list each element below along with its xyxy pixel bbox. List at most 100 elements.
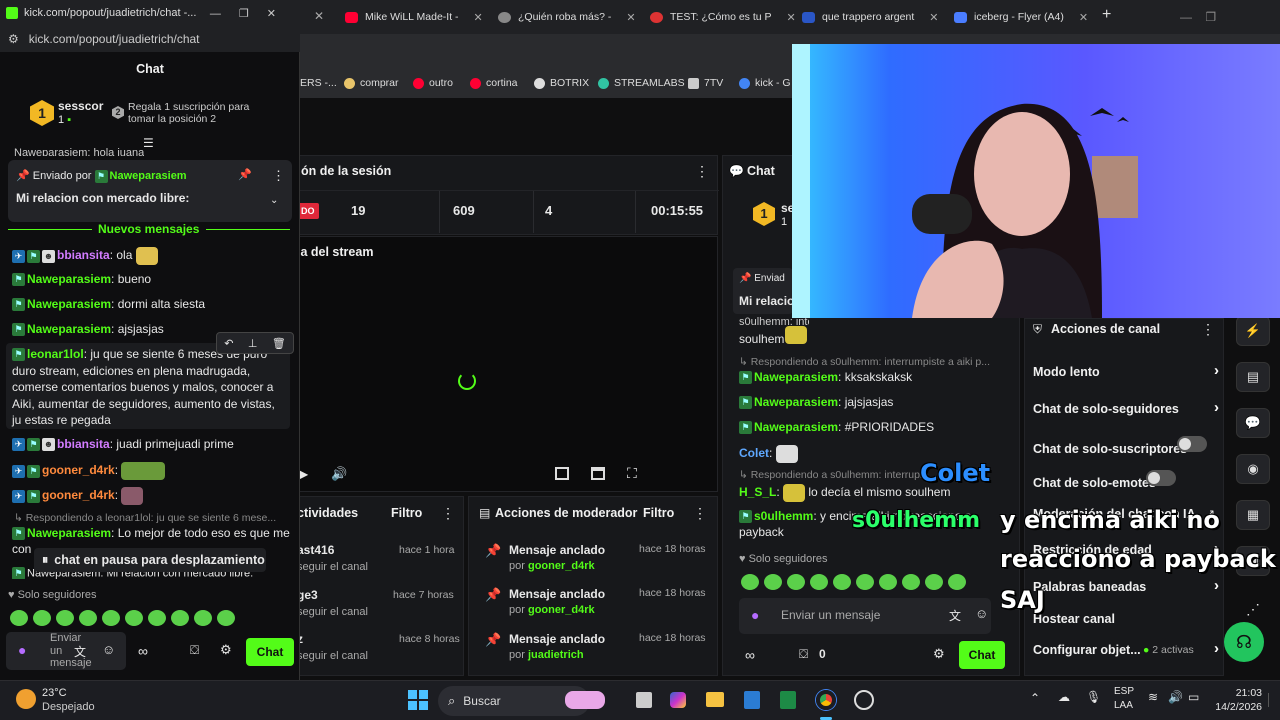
layout-icon[interactable]: ▦ [1236, 500, 1270, 530]
bookmark[interactable]: BOTRIX [534, 77, 589, 89]
close-tab-icon[interactable]: ✕ [929, 11, 938, 24]
mod-user[interactable]: gooner_d4rk [528, 560, 595, 572]
chat-username[interactable]: leonar1lol [27, 347, 84, 361]
gift-icon[interactable]: ⛋ [190, 643, 199, 658]
chat-username[interactable]: H_S_L [739, 485, 776, 499]
mod-user[interactable]: juadietrich [528, 649, 584, 661]
more-icon[interactable]: ⋮ [695, 163, 709, 180]
chat-input[interactable]: ● Enviar un mensaje 文 ☺ [739, 598, 991, 634]
chat-username[interactable]: bbiansita [57, 248, 110, 262]
pinned-user[interactable]: Naweparasiem [110, 170, 187, 182]
bookmark[interactable]: 7TV [688, 77, 723, 89]
chat-username[interactable]: Naweparasiem [27, 322, 111, 336]
pin-icon[interactable]: ⊥ [248, 337, 258, 350]
theater-icon[interactable] [591, 467, 605, 480]
clock-time[interactable]: 21:03 [1214, 687, 1262, 699]
subs-only-toggle[interactable] [1177, 436, 1208, 452]
chat-username[interactable]: gooner_d4rk [42, 488, 115, 502]
clock-date[interactable]: 14/2/2026 [1208, 701, 1262, 713]
bookmark[interactable]: cortina [470, 77, 518, 89]
new-tab-icon[interactable]: + [1102, 4, 1111, 26]
mic-icon[interactable]: ● [751, 607, 759, 623]
link-icon[interactable]: ∞ [745, 647, 755, 663]
site-settings-icon[interactable]: ⚙ [8, 32, 19, 46]
gift-prompt[interactable]: Regala 1 suscripción para tomar la posic… [128, 101, 258, 125]
fullscreen-icon[interactable]: ⛶ [627, 465, 637, 482]
emoji-icon[interactable]: ☺ [102, 642, 115, 657]
show-desktop[interactable] [1268, 693, 1276, 707]
new-messages-divider[interactable]: Nuevos mensajes [8, 222, 292, 236]
chat-bubble-icon[interactable]: 💬 [1236, 408, 1270, 438]
chevron-down-icon[interactable]: ⌄ [270, 195, 278, 206]
bookmark[interactable]: ERS -... [300, 77, 337, 89]
window-controls[interactable]: — ❐ [1180, 6, 1216, 28]
browser-tab[interactable]: TEST: ¿Cómo es tu P ✕ [650, 6, 796, 28]
collapse-icon[interactable]: ☰ [143, 136, 154, 150]
browser-tab[interactable]: iceberg - Flyer (A4) ✕ [954, 6, 1088, 28]
subs-only-item[interactable]: Chat de solo-suscriptores [1033, 436, 1219, 456]
chrome-icon[interactable] [816, 690, 836, 710]
share-icon[interactable]: ⋰ [1246, 601, 1260, 618]
chat-paused-banner[interactable]: ⏸ chat en pausa para desplazamiento [34, 548, 266, 572]
file-explorer-icon[interactable] [706, 692, 724, 707]
filter-button[interactable]: Filtro [391, 506, 422, 520]
chat-username[interactable]: Naweparasiem [754, 370, 838, 384]
send-chat-button[interactable]: Chat [246, 638, 294, 666]
chat-username[interactable]: s0ulhemm [754, 509, 813, 523]
emotes-only-toggle[interactable] [1145, 470, 1176, 486]
send-chat-button[interactable]: Chat [959, 641, 1005, 669]
goals-item[interactable]: Configurar objet... ● 2 activas › [1033, 640, 1219, 657]
chat-username[interactable]: Naweparasiem [27, 272, 111, 286]
mod-user[interactable]: gooner_d4rk [528, 604, 595, 616]
pin-icon[interactable]: 📌 [238, 168, 252, 181]
weather-temp[interactable]: 23°C [42, 687, 67, 699]
link-icon[interactable]: ∞ [138, 643, 148, 659]
followers-only-item[interactable]: Chat de solo-seguidores › [1033, 399, 1219, 416]
windows-start-icon[interactable] [408, 690, 428, 710]
task-view-icon[interactable] [636, 692, 652, 708]
language-indicator[interactable]: ESP [1114, 686, 1134, 697]
translate-icon[interactable]: 文 [949, 607, 961, 624]
weather-desc[interactable]: Despejado [42, 701, 95, 713]
chat-username[interactable]: Naweparasiem [27, 297, 111, 311]
volume-icon[interactable]: 🔊 [331, 466, 347, 482]
leader-name[interactable]: sesscor [58, 99, 103, 113]
chat-username[interactable]: Colet [739, 446, 769, 460]
bookmark[interactable]: STREAMLABS [598, 77, 685, 89]
close-tab-icon[interactable]: ✕ [1079, 11, 1088, 24]
close-tab-icon[interactable]: ✕ [474, 11, 483, 24]
browser-tab[interactable]: ¿Quién roba más? - ✕ [498, 6, 636, 28]
banned-words-item[interactable]: Palabras baneadas › [1033, 577, 1219, 594]
translate-icon[interactable]: 文 [74, 643, 86, 660]
mic-icon[interactable]: ● [18, 642, 26, 658]
pinned-message[interactable]: 📌 Enviad Mi relacio [733, 268, 794, 314]
more-icon[interactable]: ⋮ [272, 168, 285, 184]
chat-input[interactable]: ● Enviar un mensaje 文 ☺ [6, 632, 126, 670]
support-headset-icon[interactable]: ☊ [1224, 622, 1264, 662]
battery-icon[interactable]: ▭ [1188, 690, 1199, 704]
browser-tab[interactable]: que trappero argent ✕ [802, 6, 938, 28]
bookmark[interactable]: comprar [344, 77, 399, 89]
slow-mode-item[interactable]: Modo lento › [1033, 362, 1219, 379]
emote-bar[interactable] [741, 574, 966, 590]
delete-icon[interactable]: 🗑 [272, 337, 286, 350]
chat-username[interactable]: Naweparasiem [27, 526, 111, 540]
more-icon[interactable]: ⋮ [441, 505, 455, 522]
chevron-up-icon[interactable]: ⌃ [1030, 691, 1040, 705]
emoji-icon[interactable]: ☺ [975, 606, 988, 621]
browser-tab[interactable]: Mike WiLL Made-It - ✕ [345, 6, 483, 28]
copilot-icon[interactable] [670, 692, 686, 708]
settings-gear-icon[interactable]: ⚙ [220, 642, 232, 658]
excel-icon[interactable] [780, 691, 796, 709]
gift-icon[interactable]: ⛋ [799, 647, 808, 662]
close-tab-icon[interactable]: ✕ [787, 11, 796, 24]
bookmark[interactable]: kick - G [739, 77, 791, 89]
emote-bar[interactable] [10, 610, 235, 626]
chat-username[interactable]: gooner_d4rk [42, 463, 115, 477]
reply-icon[interactable]: ↶ [224, 337, 233, 350]
more-icon[interactable]: ⋮ [1201, 321, 1215, 338]
close-tab-icon[interactable]: ✕ [626, 11, 635, 24]
more-icon[interactable]: ⋮ [693, 505, 707, 522]
keyboard-layout[interactable]: LAA [1114, 700, 1133, 711]
cloud-icon[interactable]: ☁ [1058, 690, 1070, 704]
